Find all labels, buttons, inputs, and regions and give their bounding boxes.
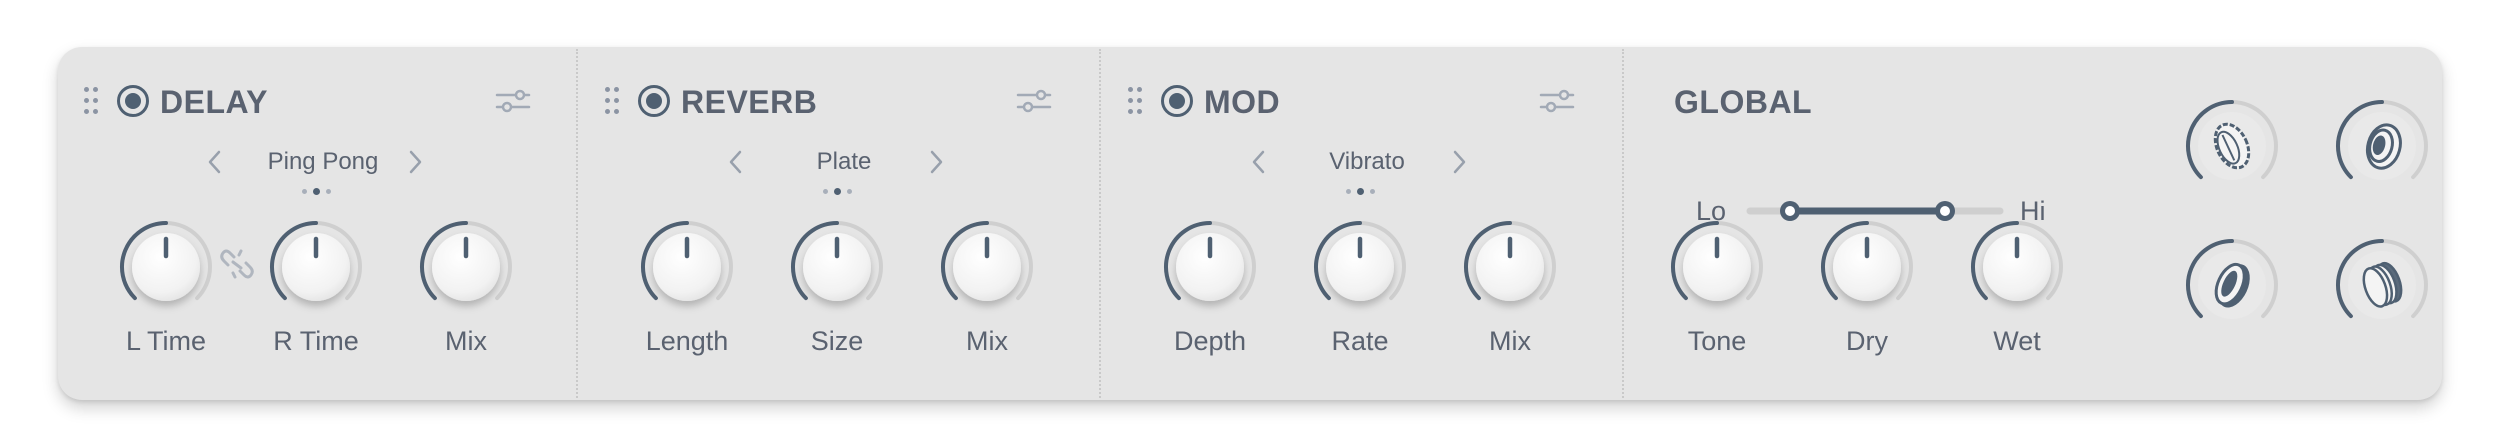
- preset-page-dots: [1346, 188, 1378, 196]
- knob-label: Depth: [1173, 326, 1247, 356]
- reverb-section: REVERB Plate Length Size Mix: [579, 47, 1099, 400]
- settings-sliders-icon[interactable]: [1539, 87, 1575, 115]
- section-divider: [1099, 49, 1101, 398]
- preset-page-dots: [823, 188, 855, 196]
- global-section: GLOBAL Lo Hi Tone Dry Wet: [1624, 47, 2442, 400]
- preset-page-dots: [302, 188, 334, 196]
- knob-label: Rate: [1331, 326, 1389, 356]
- power-icon[interactable]: [116, 84, 150, 118]
- chevron-left-icon[interactable]: [204, 147, 226, 177]
- section-title: REVERB: [681, 84, 818, 120]
- chevron-left-icon[interactable]: [725, 147, 747, 177]
- section-title: DELAY: [160, 84, 269, 120]
- drag-handle-icon[interactable]: [605, 87, 621, 115]
- knob-l-time[interactable]: [116, 217, 216, 317]
- knob-label: Wet: [1993, 326, 2041, 356]
- drag-handle-icon[interactable]: [84, 87, 100, 115]
- knob-length[interactable]: [637, 217, 737, 317]
- knob-label: Dry: [1846, 326, 1888, 356]
- knob-label: R Time: [273, 326, 359, 356]
- knob-label: Mix: [445, 326, 487, 356]
- link-broken-icon[interactable]: [220, 247, 254, 281]
- power-icon[interactable]: [637, 84, 671, 118]
- section-title: GLOBAL: [1674, 84, 1813, 120]
- knob-label: Size: [810, 326, 864, 356]
- layered-discs-icon[interactable]: [2334, 237, 2430, 333]
- knob-mix[interactable]: [1460, 217, 1560, 317]
- settings-sliders-icon[interactable]: [495, 87, 531, 115]
- knob-dry[interactable]: [1817, 217, 1917, 317]
- knob-mix[interactable]: [416, 217, 516, 317]
- knob-label: L Time: [125, 326, 207, 356]
- preset-name[interactable]: Plate: [759, 147, 929, 177]
- chevron-right-icon[interactable]: [404, 147, 426, 177]
- knob-mix[interactable]: [937, 217, 1037, 317]
- knob-label: Tone: [1687, 326, 1747, 356]
- mod-section: MOD Vibrato Depth Rate Mix: [1102, 47, 1622, 400]
- knob-label: Mix: [966, 326, 1008, 356]
- knob-wet[interactable]: [1967, 217, 2067, 317]
- section-divider: [576, 49, 578, 398]
- drag-handle-icon[interactable]: [1128, 87, 1144, 115]
- chevron-right-icon[interactable]: [1448, 147, 1470, 177]
- preset-name[interactable]: Ping Pong: [238, 147, 408, 177]
- knob-label: Mix: [1489, 326, 1531, 356]
- drum-icon[interactable]: [2184, 237, 2280, 333]
- knob-label: Length: [645, 326, 729, 356]
- knob-r-time[interactable]: [266, 217, 366, 317]
- speaker-rings-icon[interactable]: [2334, 98, 2430, 194]
- preset-name[interactable]: Vibrato: [1282, 147, 1452, 177]
- section-title: MOD: [1204, 84, 1281, 120]
- knob-rate[interactable]: [1310, 217, 1410, 317]
- chevron-right-icon[interactable]: [925, 147, 947, 177]
- chevron-left-icon[interactable]: [1248, 147, 1270, 177]
- knob-tone[interactable]: [1667, 217, 1767, 317]
- knob-size[interactable]: [787, 217, 887, 317]
- knob-depth[interactable]: [1160, 217, 1260, 317]
- power-icon[interactable]: [1160, 84, 1194, 118]
- cymbal-icon[interactable]: [2184, 98, 2280, 194]
- settings-sliders-icon[interactable]: [1016, 87, 1052, 115]
- fx-panel: DELAY Ping Pong L Time R Time Mix REVERB…: [58, 47, 2442, 400]
- delay-section: DELAY Ping Pong L Time R Time Mix: [58, 47, 576, 400]
